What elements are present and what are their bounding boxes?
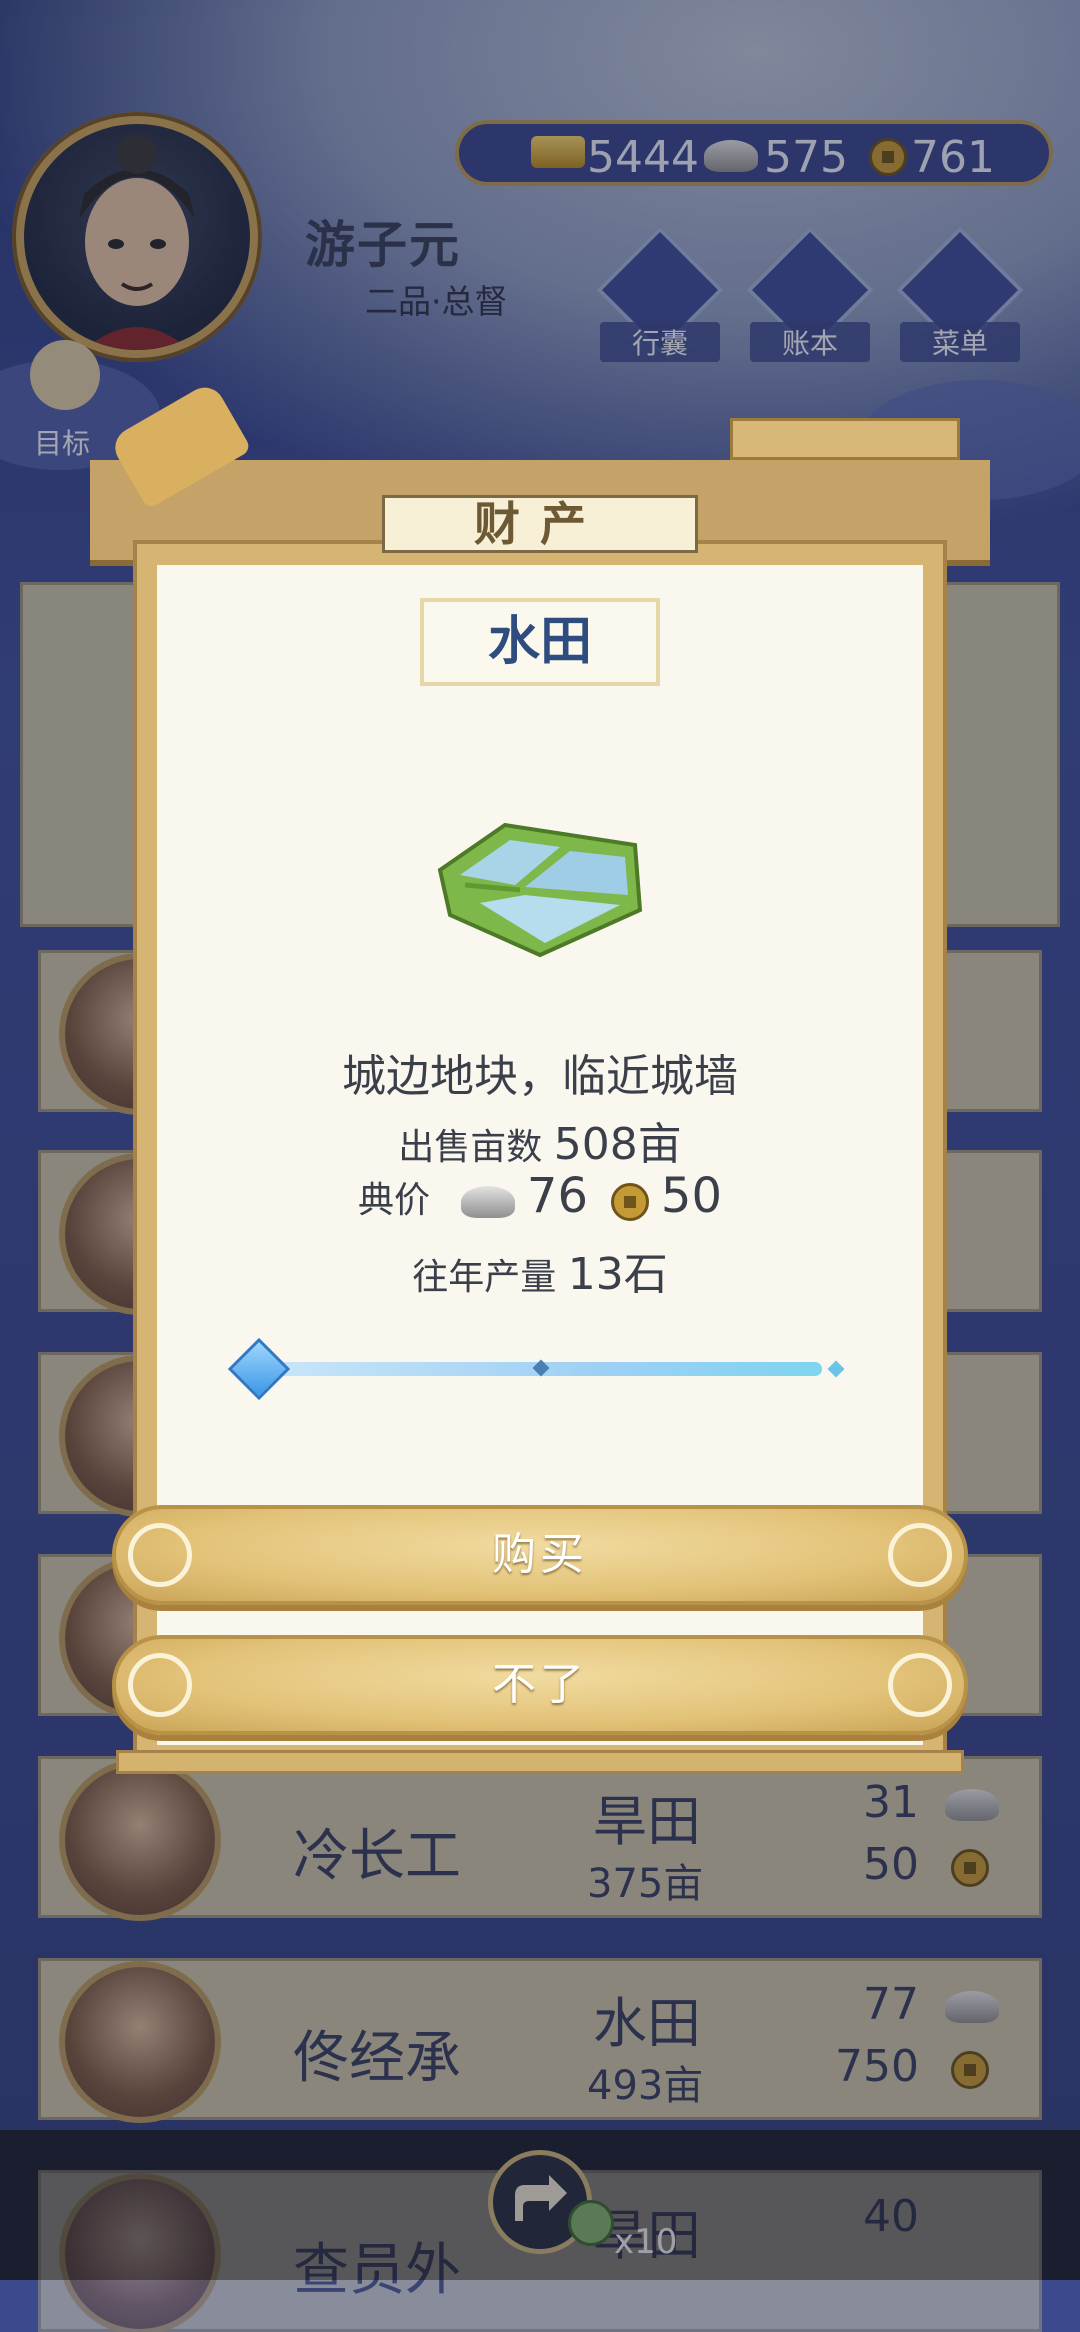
item-name-box: 水田 bbox=[420, 598, 660, 686]
price-row: 典价 76 50 bbox=[0, 1168, 1080, 1224]
price-silver: 76 bbox=[526, 1168, 588, 1224]
scroll-bottom-decoration bbox=[116, 1750, 964, 1774]
yield-label: 往年产量 bbox=[412, 1257, 557, 1298]
dialog-title-box: 财产 bbox=[382, 495, 698, 553]
scroll-cap-decoration bbox=[730, 418, 960, 460]
yield-value: 13石 bbox=[567, 1249, 668, 1300]
sale-quantity-row: 出售亩数 508亩 bbox=[0, 1108, 1080, 1172]
sale-quantity-label: 出售亩数 bbox=[398, 1127, 543, 1168]
cancel-button-label: 不了 bbox=[492, 1659, 588, 1710]
cloud-ornament-icon bbox=[888, 1523, 952, 1587]
paddy-field-icon bbox=[430, 815, 650, 960]
buy-button-label: 购买 bbox=[492, 1529, 588, 1580]
buy-button[interactable]: 购买 bbox=[112, 1505, 968, 1605]
dialog-title: 财产 bbox=[474, 497, 606, 551]
cancel-button[interactable]: 不了 bbox=[112, 1635, 968, 1735]
item-description: 城边地块，临近城墙 bbox=[342, 1051, 738, 1102]
sale-quantity-value: 508亩 bbox=[553, 1119, 682, 1170]
cloud-ornament-icon bbox=[128, 1523, 192, 1587]
copper-coin-icon bbox=[611, 1183, 650, 1221]
silver-ingot-icon bbox=[461, 1186, 516, 1218]
cloud-ornament-icon bbox=[128, 1653, 192, 1717]
yield-row: 往年产量 13石 bbox=[0, 1238, 1080, 1302]
price-label: 典价 bbox=[358, 1180, 431, 1221]
item-name: 水田 bbox=[487, 612, 592, 672]
price-copper: 50 bbox=[660, 1168, 722, 1224]
cloud-ornament-icon bbox=[888, 1653, 952, 1717]
